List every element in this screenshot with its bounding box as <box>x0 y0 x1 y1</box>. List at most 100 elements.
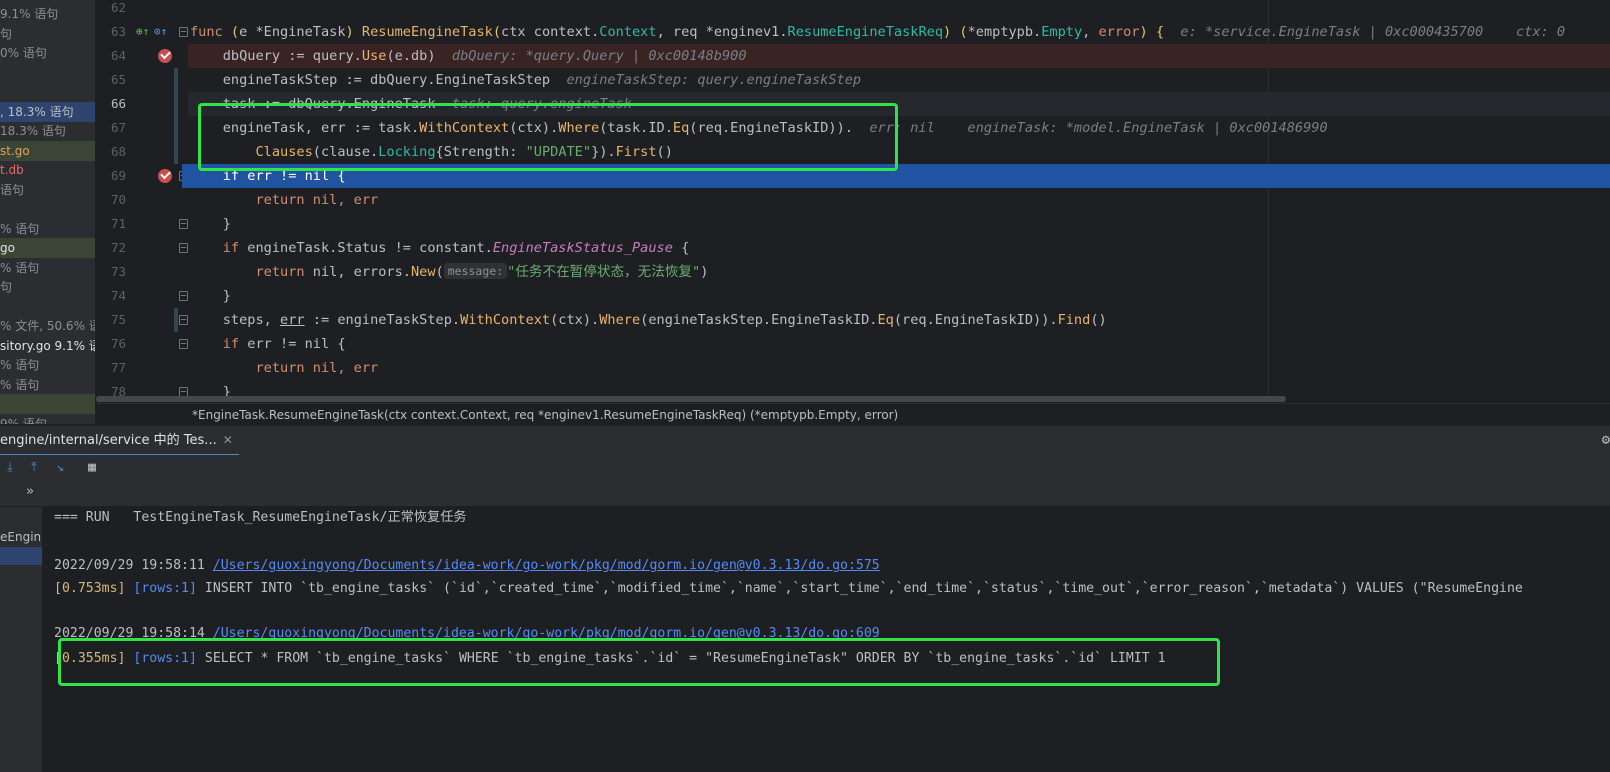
fold-icon[interactable] <box>179 315 188 325</box>
gutter-line[interactable]: 68 <box>96 140 188 164</box>
code-line-65[interactable]: engineTaskStep := dbQuery.EngineTaskStep… <box>188 68 1610 92</box>
breadcrumb[interactable]: *EngineTask.ResumeEngineTask(ctx context… <box>96 403 1610 425</box>
test-tree-item[interactable]: eEngin <box>0 527 42 547</box>
project-tree-item[interactable]: , 18.3% 语句 <box>0 101 95 122</box>
more-icon[interactable]: » <box>26 484 34 499</box>
project-tree-item-label: 语句 <box>0 182 25 197</box>
code-token: *enginev1. <box>705 24 788 40</box>
code-token: WithContext <box>460 312 551 328</box>
project-tree-item[interactable]: 句 <box>0 24 95 44</box>
breakpoint-icon[interactable] <box>158 49 172 63</box>
test-tree-selection[interactable] <box>0 547 42 565</box>
code-line-72[interactable]: if engineTask.Status != constant.EngineT… <box>188 236 1610 260</box>
highlight-annotation-console <box>58 638 1220 686</box>
fold-icon[interactable] <box>179 27 188 37</box>
gutter-line[interactable]: 72 <box>96 236 188 260</box>
test-results-tree[interactable]: eEngin <box>0 507 42 772</box>
gutter-line[interactable]: 73 <box>96 260 188 284</box>
project-tree-item-label: 9% 语句 <box>0 416 47 425</box>
code-line-73[interactable]: return nil, errors.New(message: "任务不在暂停状态… <box>188 260 1610 284</box>
project-tree-item[interactable]: t.db <box>0 160 95 180</box>
editor-horizontal-scrollbar[interactable] <box>96 396 1286 402</box>
code-token: return <box>190 192 313 208</box>
gutter-line[interactable]: 70 <box>96 188 188 212</box>
project-tree-item[interactable]: 句 <box>0 277 95 297</box>
project-tree-item[interactable]: 18.3% 语句 <box>0 121 95 141</box>
fold-icon[interactable] <box>179 339 188 349</box>
project-tree-item[interactable] <box>0 82 95 102</box>
implements-icon[interactable]: ⊙↑ <box>154 20 167 44</box>
project-tree-item[interactable]: % 语句 <box>0 375 95 395</box>
gutter-line[interactable]: 77 <box>96 356 188 380</box>
project-tree-panel[interactable]: 9.1% 语句句 0% 语句 , 18.3% 语句 18.3% 语句 st.go t.d… <box>0 0 96 424</box>
project-tree-item[interactable]: sitory.go 9.1% 语 <box>0 336 95 356</box>
function-name: ResumeEngineTask <box>361 24 493 40</box>
source-link[interactable]: /Users/guoxingyong/Documents/idea-work/g… <box>213 558 880 573</box>
fold-icon[interactable] <box>179 291 188 301</box>
project-tree-item[interactable] <box>0 297 95 317</box>
fold-icon[interactable] <box>179 243 188 253</box>
up-arrow-icon[interactable]: ⤒ <box>24 458 44 478</box>
code-line-70[interactable]: return nil, err <box>188 188 1610 212</box>
project-tree-item[interactable]: st.go <box>0 140 95 161</box>
project-tree-item[interactable]: % 语句 <box>0 219 95 239</box>
gutter-line[interactable]: 74 <box>96 284 188 308</box>
project-tree-item[interactable]: % 语句 <box>0 258 95 278</box>
project-tree-item[interactable]: go <box>0 238 95 258</box>
fold-icon[interactable] <box>179 219 188 229</box>
code-line-77[interactable]: return nil, err <box>188 356 1610 380</box>
project-tree-item[interactable]: 9% 语句 <box>0 414 95 425</box>
vcs-change-marker[interactable] <box>174 92 178 116</box>
scroll-to-end-icon[interactable]: ⤓ <box>0 458 20 478</box>
gear-icon[interactable]: ⚙ <box>1602 432 1610 448</box>
project-tree-item-label: 9.1% 语句 <box>0 7 59 21</box>
code-line-76[interactable]: if err != nil { <box>188 332 1610 356</box>
vcs-change-marker[interactable] <box>174 308 178 332</box>
project-tree-item[interactable]: % 文件, 50.6% 语 <box>0 316 95 336</box>
code-token: Empty <box>1041 24 1083 40</box>
step-into-icon[interactable]: ↘ <box>50 458 70 478</box>
code-token: func <box>190 24 231 40</box>
project-tree-item[interactable]: 0% 语句 <box>0 43 95 63</box>
vcs-change-marker[interactable] <box>174 68 178 92</box>
gutter-line[interactable]: 62 <box>96 0 188 20</box>
line-number: 69 <box>110 168 126 183</box>
project-tree-item[interactable]: 语句 <box>0 180 95 200</box>
project-tree-item[interactable]: 9.1% 语句 <box>0 4 95 24</box>
gutter-line[interactable]: 69 <box>96 164 188 188</box>
gutter-line[interactable]: 66 <box>96 92 188 116</box>
tab-run-configuration[interactable]: engine/internal/service 中的 Tes... ✕ <box>0 426 239 456</box>
gutter-line[interactable]: 63 ⊕↑ ⊙↑ <box>96 20 188 44</box>
vcs-change-marker[interactable] <box>174 140 178 164</box>
editor-gutter[interactable]: 62 63 ⊕↑ ⊙↑ 64 65 66 67 68 69 70 71 72 73 74 75 76 77 78 <box>96 0 188 413</box>
gutter-line[interactable]: 65 <box>96 68 188 92</box>
gutter-line[interactable]: 71 <box>96 212 188 236</box>
table-icon[interactable]: ▦ <box>82 458 102 478</box>
code-token: return <box>190 360 313 376</box>
gutter-line[interactable]: 64 <box>96 44 188 68</box>
gutter-line[interactable]: 76 <box>96 332 188 356</box>
code-line-64[interactable]: dbQuery := query.Use(e.db) dbQuery: *que… <box>188 44 1610 68</box>
project-tree-item[interactable]: % 语句 <box>0 355 95 375</box>
code-line-71[interactable]: } <box>188 212 1610 236</box>
code-line-63[interactable]: func (e *EngineTask) ResumeEngineTask(ct… <box>188 20 1610 44</box>
project-tree-item[interactable] <box>0 63 95 83</box>
code-line-75[interactable]: steps, err := engineTaskStep.WithContext… <box>188 308 1610 332</box>
line-number: 67 <box>110 120 126 135</box>
close-icon[interactable]: ✕ <box>223 433 233 447</box>
code-area[interactable]: func (e *EngineTask) ResumeEngineTask(ct… <box>188 0 1610 400</box>
code-token: ResumeEngineTaskReq <box>787 24 944 40</box>
console-log-line: 2022/09/29 19:58:11 /Users/guoxingyong/D… <box>54 555 880 576</box>
gutter-line[interactable]: 67 <box>96 116 188 140</box>
gutter-line[interactable]: 75 <box>96 308 188 332</box>
run-test-icon[interactable]: ⊕↑ <box>136 20 149 44</box>
project-tree-item[interactable] <box>0 199 95 219</box>
breakpoint-icon[interactable] <box>158 169 172 183</box>
project-tree-item[interactable] <box>0 394 95 414</box>
code-token: := engineTaskStep. <box>304 312 461 328</box>
code-editor[interactable]: 62 63 ⊕↑ ⊙↑ 64 65 66 67 68 69 70 71 72 73 74 75 76 77 78 f… <box>96 0 1610 413</box>
project-tree-item-label: 句 <box>0 26 13 41</box>
vcs-change-marker[interactable] <box>174 116 178 140</box>
line-number: 70 <box>110 192 126 207</box>
code-line-74[interactable]: } <box>188 284 1610 308</box>
